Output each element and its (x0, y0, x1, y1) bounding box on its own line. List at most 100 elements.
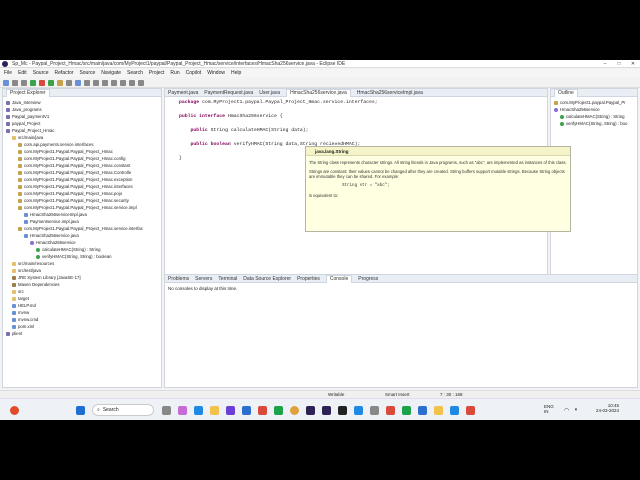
tree-item[interactable]: com.MyProject1.Paypal.Paypal_Project_Hma… (3, 176, 161, 183)
menu-item-source[interactable]: Source (33, 70, 49, 76)
toolbar-button-icon[interactable] (39, 79, 45, 86)
tree-item[interactable]: JRE System Library [JavaSE-17] (3, 274, 161, 281)
taskbar-search-box[interactable]: ⌕ Search (92, 404, 154, 416)
tab-problems[interactable]: Problems (168, 276, 189, 282)
toolbar-button-icon[interactable] (21, 79, 27, 86)
tree-item[interactable]: com.MyProject1.Paypal.Paypal_Project_Hma… (3, 148, 161, 155)
tree-item[interactable]: com.MyProject1.Paypal.Paypal_Project_Hma… (3, 204, 161, 211)
app-icon-3[interactable] (322, 406, 331, 415)
tree-item[interactable]: HmacSha256service (551, 106, 637, 113)
eclipse-taskbar-icon[interactable] (306, 406, 315, 415)
tab-terminal[interactable]: Terminal (218, 276, 237, 282)
tree-item[interactable]: calculateHMAC(String) : String (551, 113, 637, 120)
menu-item-source[interactable]: Source (79, 70, 95, 76)
language-indicator[interactable]: ENG IN (544, 404, 554, 414)
toolbar-button-icon[interactable] (30, 79, 36, 86)
app-icon-11[interactable] (450, 406, 459, 415)
edge-icon[interactable] (194, 406, 203, 415)
tree-item[interactable]: Java_programs (3, 106, 161, 113)
maximize-button[interactable]: □ (612, 60, 626, 68)
tree-item[interactable]: com.MyProject1.Paypal.Paypal_Project_Hma… (3, 183, 161, 190)
tree-item[interactable]: com.MyProject1.Paypal.Paypal_Project_Hma… (3, 190, 161, 197)
tree-item[interactable]: HmacSha256service.java (3, 232, 161, 239)
menu-item-navigate[interactable]: Navigate (101, 70, 121, 76)
weather-icon[interactable] (10, 406, 19, 415)
menu-item-refactor[interactable]: Refactor (55, 70, 74, 76)
app-icon-12[interactable] (466, 406, 475, 415)
menu-item-run[interactable]: Run (170, 70, 179, 76)
tree-item[interactable]: mvnw.cmd (3, 316, 161, 323)
teams-icon[interactable] (178, 406, 187, 415)
office-icon[interactable] (258, 406, 267, 415)
tree-item[interactable]: calculateHMAC(String) : String (3, 246, 161, 253)
tree-item[interactable]: Maven Dependencies (3, 281, 161, 288)
tree-item[interactable]: com.api.payments.service.interfaces (3, 141, 161, 148)
close-button[interactable]: ✕ (626, 60, 640, 68)
tree-item[interactable]: target (3, 295, 161, 302)
tree-item[interactable]: paypal_Project (3, 120, 161, 127)
tree-item[interactable]: src/main/resources (3, 260, 161, 267)
tree-item[interactable]: com.MyProject1.paypal.Paypal_Pr (551, 99, 637, 106)
tree-item[interactable]: pom.xml (3, 323, 161, 330)
toolbar-button-icon[interactable] (48, 79, 54, 86)
toolbar-button-icon[interactable] (120, 79, 126, 86)
toolbar-button-icon[interactable] (75, 79, 81, 86)
tab-hmacsha256serviceimpl-java[interactable]: HmacSha256serviceImpl.java (357, 90, 423, 96)
toolbar-button-icon[interactable] (129, 79, 135, 86)
app-icon-8[interactable] (402, 406, 411, 415)
toolbar-button-icon[interactable] (12, 79, 18, 86)
toolbar-button-icon[interactable] (3, 79, 9, 86)
toolbar-button-icon[interactable] (66, 79, 72, 86)
tree-item[interactable]: src/test/java (3, 267, 161, 274)
tree-item[interactable]: src (3, 288, 161, 295)
menu-item-help[interactable]: Help (231, 70, 241, 76)
tab-user-java[interactable]: User.java (259, 90, 280, 96)
tab-payment-java[interactable]: Payment.java (168, 90, 198, 96)
app-icon-10[interactable] (434, 406, 443, 415)
menu-item-window[interactable]: Window (207, 70, 225, 76)
tree-item[interactable]: plient (3, 330, 161, 337)
tree-item[interactable]: HmacSha256service (3, 239, 161, 246)
tab-progress[interactable]: Progress (358, 276, 378, 282)
outlook-icon[interactable] (242, 406, 251, 415)
tree-item[interactable]: com.MyProject1.Paypal.Paypal_Project_Hma… (3, 197, 161, 204)
menu-item-edit[interactable]: Edit (18, 70, 27, 76)
app-icon-9[interactable] (418, 406, 427, 415)
tree-item[interactable]: Paypal_paymentV1 (3, 113, 161, 120)
tab-console[interactable]: Console (325, 274, 353, 283)
app-icon-5[interactable] (354, 406, 363, 415)
file-explorer-icon[interactable] (210, 406, 219, 415)
menu-item-file[interactable]: File (4, 70, 12, 76)
app-icon-1[interactable] (226, 406, 235, 415)
menu-item-project[interactable]: Project (149, 70, 165, 76)
tree-item[interactable]: com.MyProject1.Paypal.Paypal_Project_Hma… (3, 162, 161, 169)
tab-data-source-explorer[interactable]: Data Source Explorer (243, 276, 291, 282)
tree-item[interactable]: mvnw (3, 309, 161, 316)
tree-item[interactable]: Paymentservice.impl.java (3, 218, 161, 225)
tree-item[interactable]: Paypal_Project_Hmac (3, 127, 161, 134)
toolbar-button-icon[interactable] (57, 79, 63, 86)
tab-servers[interactable]: Servers (195, 276, 212, 282)
tab-properties[interactable]: Properties (297, 276, 320, 282)
minimize-button[interactable]: – (598, 60, 612, 68)
toolbar-button-icon[interactable] (84, 79, 90, 86)
tab-hmacsha256service-java[interactable]: HmacSha256service.java (286, 88, 351, 97)
toolbar-button-icon[interactable] (102, 79, 108, 86)
clock[interactable]: 10:45 24-03-2024 (596, 403, 619, 413)
windows-start-icon[interactable] (76, 406, 85, 415)
tree-item[interactable]: com.MyProject1.Paypal.Paypal_Project_Hma… (3, 169, 161, 176)
app-icon-2[interactable] (274, 406, 283, 415)
toolbar-button-icon[interactable] (93, 79, 99, 86)
tree-item[interactable]: HmacSha256serviceImpl.java (3, 211, 161, 218)
toolbar-button-icon[interactable] (111, 79, 117, 86)
tree-item[interactable]: verifyHMAC(String, String) : boo (551, 120, 637, 127)
toolbar-button-icon[interactable] (138, 79, 144, 86)
tab-outline[interactable]: Outline (554, 88, 578, 97)
app-icon-6[interactable] (370, 406, 379, 415)
tree-item[interactable]: verifyHMAC(String, String) : boolean (3, 253, 161, 260)
tree-item[interactable]: Java_Interview (3, 99, 161, 106)
chrome-icon[interactable] (290, 406, 299, 415)
app-icon-4[interactable] (338, 406, 347, 415)
tab-paymentrequest-java[interactable]: PaymentRequest.java (204, 90, 253, 96)
menu-item-search[interactable]: Search (127, 70, 143, 76)
